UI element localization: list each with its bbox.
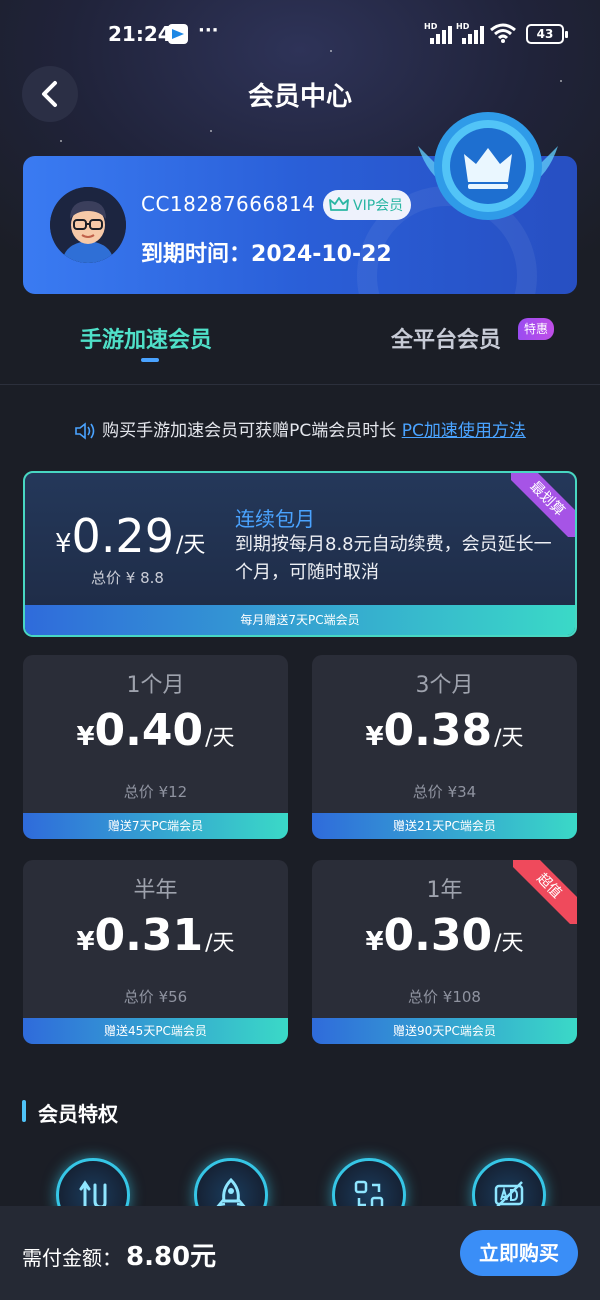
plan-description: 到期按每月8.8元自动续费，会员延长一个月，可随时取消 <box>235 534 552 583</box>
plan-period: 1个月 <box>126 673 185 698</box>
amount-label: 需付金额： <box>22 1246 122 1270</box>
vip-badge-label: VIP会员 <box>353 198 404 214</box>
price: ¥0.40/天 <box>23 705 288 756</box>
plan-period: 3个月 <box>415 673 474 698</box>
notice-text: 购买手游加速会员可获赠PC端会员时长 <box>102 421 397 441</box>
price-value: 0.31 <box>94 910 204 961</box>
expiry-label: 到期时间： <box>141 242 252 267</box>
price: ¥0.38/天 <box>312 705 577 756</box>
privileges-title: 会员特权 <box>38 1102 118 1126</box>
price-unit: /天 <box>494 726 524 751</box>
status-bar: 21:24 ··· HD HD 43 <box>0 0 600 66</box>
tab-all-platform[interactable]: 全平台会员 <box>391 322 501 354</box>
signal-icon: HD <box>456 22 486 44</box>
price-value: 0.40 <box>94 705 204 756</box>
currency-symbol: ¥ <box>76 722 95 752</box>
plan-period: 半年 <box>133 878 178 903</box>
price-value: 0.29 <box>71 509 174 563</box>
buy-now-button[interactable]: 立即购买 <box>460 1230 578 1276</box>
total-price: 总价 ¥34 <box>412 783 477 801</box>
plan-card-half-year[interactable]: 半年 ¥0.31/天 总价 ¥56 赠送45天PC端会员 <box>23 860 288 1044</box>
super-value-ribbon: 超值 <box>513 860 577 924</box>
price: ¥0.31/天 <box>23 910 288 961</box>
notice-bar: 购买手游加速会员可获赠PC端会员时长 PC加速使用方法 <box>0 416 600 441</box>
divider <box>0 384 600 385</box>
plan-card-1-month[interactable]: 1个月 ¥0.40/天 总价 ¥12 赠送7天PC端会员 <box>23 655 288 839</box>
plan-card-monthly-subscription[interactable]: ¥ 0.29 /天 总价 ¥ 8.8 连续包月 到期按每月8.8元自动续费，会员… <box>23 471 577 637</box>
more-dots: ··· <box>198 20 219 41</box>
wifi-icon <box>490 23 516 43</box>
price-unit: /天 <box>205 931 235 956</box>
status-time: 21:24 <box>108 22 172 46</box>
crown-medal-icon <box>418 112 558 220</box>
total-price: 总价 ¥108 <box>408 988 481 1006</box>
price-value: 0.30 <box>383 910 493 961</box>
pc-guide-link[interactable]: PC加速使用方法 <box>402 421 526 441</box>
currency-symbol: ¥ <box>365 722 384 752</box>
price-unit: /天 <box>175 533 206 558</box>
total-price: 总价 ¥56 <box>123 988 188 1006</box>
price-value: 0.38 <box>383 705 493 756</box>
amount-value: 8.80元 <box>126 1242 217 1272</box>
battery-indicator: 43 <box>526 24 568 44</box>
tab-mobile-accelerator[interactable]: 手游加速会员 <box>80 322 212 354</box>
price-unit: /天 <box>494 931 524 956</box>
speaker-icon <box>75 422 95 440</box>
total-price: 总价 ¥ 8.8 <box>91 569 164 587</box>
signal-icon: HD <box>424 22 454 44</box>
gift-banner: 赠送7天PC端会员 <box>23 813 288 839</box>
gift-banner: 每月赠送7天PC端会员 <box>25 605 575 635</box>
send-icon <box>168 24 188 44</box>
price: ¥ 0.29 /天 <box>55 509 205 563</box>
currency-symbol: ¥ <box>76 927 95 957</box>
gift-banner: 赠送45天PC端会员 <box>23 1018 288 1044</box>
section-accent-bar <box>22 1100 26 1122</box>
checkout-bar: 需付金额： 8.80元 立即购买 <box>0 1206 600 1300</box>
vip-badge: VIP会员 <box>323 190 412 220</box>
plan-card-1-year[interactable]: 1年 ¥0.30/天 总价 ¥108 赠送90天PC端会员 超值 <box>312 860 577 1044</box>
price-unit: /天 <box>205 726 235 751</box>
plan-name: 连续包月 <box>235 507 315 531</box>
gift-banner: 赠送90天PC端会员 <box>312 1018 577 1044</box>
user-id: CC18287666814 <box>141 192 316 216</box>
gift-banner: 赠送21天PC端会员 <box>312 813 577 839</box>
special-offer-badge: 特惠 <box>518 318 555 340</box>
crown-icon <box>329 197 349 211</box>
total-price: 总价 ¥12 <box>123 783 188 801</box>
expiry-value: 2024-10-22 <box>251 242 392 267</box>
avatar <box>50 187 126 263</box>
plan-card-3-months[interactable]: 3个月 ¥0.38/天 总价 ¥34 赠送21天PC端会员 <box>312 655 577 839</box>
currency-symbol: ¥ <box>365 927 384 957</box>
best-value-ribbon: 最划算 <box>511 473 575 537</box>
tab-indicator <box>141 358 159 362</box>
expiry-date: 到期时间：2024-10-22 <box>141 236 392 268</box>
currency-symbol: ¥ <box>55 529 72 559</box>
